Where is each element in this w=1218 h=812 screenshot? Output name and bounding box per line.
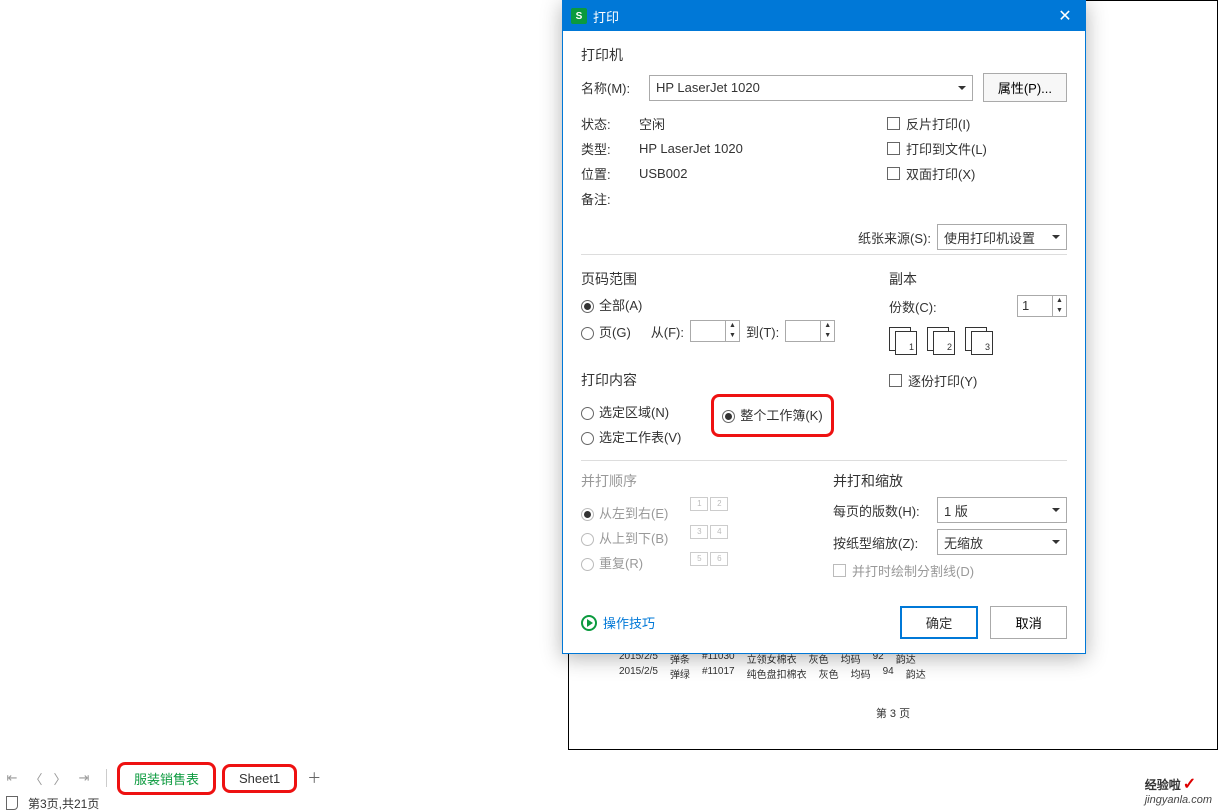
status-bar: 第3页,共21页 bbox=[0, 794, 99, 812]
from-label: 从(F): bbox=[651, 322, 684, 341]
printer-name-select[interactable]: HP LaserJet 1020 bbox=[649, 75, 973, 101]
page-icon bbox=[6, 796, 18, 810]
entire-workbook-radio[interactable]: 整个工作簿(K) bbox=[722, 405, 822, 424]
paper-source-label: 纸张来源(S): bbox=[858, 228, 931, 247]
status-text: 第3页,共21页 bbox=[28, 795, 99, 812]
from-page-input[interactable]: ▲▼ bbox=[690, 320, 740, 342]
copies-title: 副本 bbox=[889, 269, 1067, 289]
paper-source-select[interactable]: 使用打印机设置 bbox=[937, 224, 1067, 250]
name-label: 名称(M): bbox=[581, 78, 639, 97]
draw-divider-checkbox: 并打时绘制分割线(D) bbox=[833, 561, 1067, 580]
remark-label: 备注: bbox=[581, 189, 639, 208]
status-label: 状态: bbox=[581, 114, 639, 133]
type-label: 类型: bbox=[581, 139, 639, 158]
play-icon bbox=[581, 615, 597, 631]
collate-preview-icon: 11 22 33 bbox=[889, 327, 1067, 357]
add-sheet-button[interactable]: ＋ bbox=[303, 767, 325, 789]
sequence-title: 并打顺序 bbox=[581, 471, 815, 491]
tab-nav-prev[interactable]: 〈 bbox=[24, 766, 48, 790]
per-page-select[interactable]: 1 版 bbox=[937, 497, 1067, 523]
tab-nav-first[interactable]: ⇤ bbox=[0, 766, 24, 790]
scale-label: 按纸型缩放(Z): bbox=[833, 533, 937, 552]
selected-sheet-radio[interactable]: 选定工作表(V) bbox=[581, 427, 681, 446]
type-value: HP LaserJet 1020 bbox=[639, 141, 743, 156]
tab-sheet-1[interactable]: 服装销售表 bbox=[117, 762, 216, 795]
app-icon: S bbox=[571, 8, 587, 24]
page-range-title: 页码范围 bbox=[581, 269, 871, 289]
scale-title: 并打和缩放 bbox=[833, 471, 1067, 491]
range-all-radio[interactable]: 全部(A) bbox=[581, 295, 871, 314]
tips-link[interactable]: 操作技巧 bbox=[581, 613, 655, 632]
copies-input[interactable]: 1▲▼ bbox=[1017, 295, 1067, 317]
to-page-input[interactable]: ▲▼ bbox=[785, 320, 835, 342]
close-icon[interactable]: ✕ bbox=[1045, 1, 1085, 31]
dialog-titlebar[interactable]: S 打印 ✕ bbox=[563, 1, 1085, 31]
per-page-label: 每页的版数(H): bbox=[833, 501, 937, 520]
seq-left-right-radio: 从左到右(E) bbox=[581, 503, 668, 522]
properties-button[interactable]: 属性(P)... bbox=[983, 73, 1067, 102]
collate-checkbox[interactable]: 逐份打印(Y) bbox=[889, 371, 1067, 390]
seq-repeat-radio: 重复(R) bbox=[581, 553, 668, 572]
sequence-preview-icon: 12 34 56 bbox=[690, 497, 728, 578]
preview-data-rows: 2015/2/5弹条#11030立领女棉衣灰色均码92韵达 2015/2/5弹绿… bbox=[619, 651, 1197, 681]
print-dialog: S 打印 ✕ 打印机 名称(M): HP LaserJet 1020 属性(P)… bbox=[562, 0, 1086, 654]
sheet-tabs-bar: ⇤ 〈 〉 ⇥ 服装销售表 Sheet1 ＋ bbox=[0, 764, 325, 792]
reverse-print-checkbox[interactable]: 反片打印(I) bbox=[887, 114, 1067, 133]
preview-page-number: 第 3 页 bbox=[569, 705, 1217, 721]
tab-nav-next[interactable]: 〉 bbox=[48, 766, 72, 790]
print-content-title: 打印内容 bbox=[581, 370, 871, 390]
selected-area-radio[interactable]: 选定区域(N) bbox=[581, 402, 681, 421]
seq-top-bottom-radio: 从上到下(B) bbox=[581, 528, 668, 547]
scale-select[interactable]: 无缩放 bbox=[937, 529, 1067, 555]
ok-button[interactable]: 确定 bbox=[900, 606, 979, 639]
cancel-button[interactable]: 取消 bbox=[990, 606, 1067, 639]
printer-section-label: 打印机 bbox=[581, 45, 1067, 65]
print-to-file-checkbox[interactable]: 打印到文件(L) bbox=[887, 139, 1067, 158]
tab-sheet-2[interactable]: Sheet1 bbox=[222, 764, 297, 793]
to-label: 到(T): bbox=[746, 322, 779, 341]
tab-nav-last[interactable]: ⇥ bbox=[72, 766, 96, 790]
location-value: USB002 bbox=[639, 166, 687, 181]
duplex-checkbox[interactable]: 双面打印(X) bbox=[887, 164, 1067, 183]
dialog-title: 打印 bbox=[593, 7, 1045, 26]
location-label: 位置: bbox=[581, 164, 639, 183]
range-pages-radio[interactable]: 页(G) bbox=[581, 322, 631, 341]
copies-label: 份数(C): bbox=[889, 297, 937, 316]
status-value: 空闲 bbox=[639, 114, 665, 133]
watermark: 经验啦✓ jingyanla.com bbox=[1145, 774, 1212, 806]
